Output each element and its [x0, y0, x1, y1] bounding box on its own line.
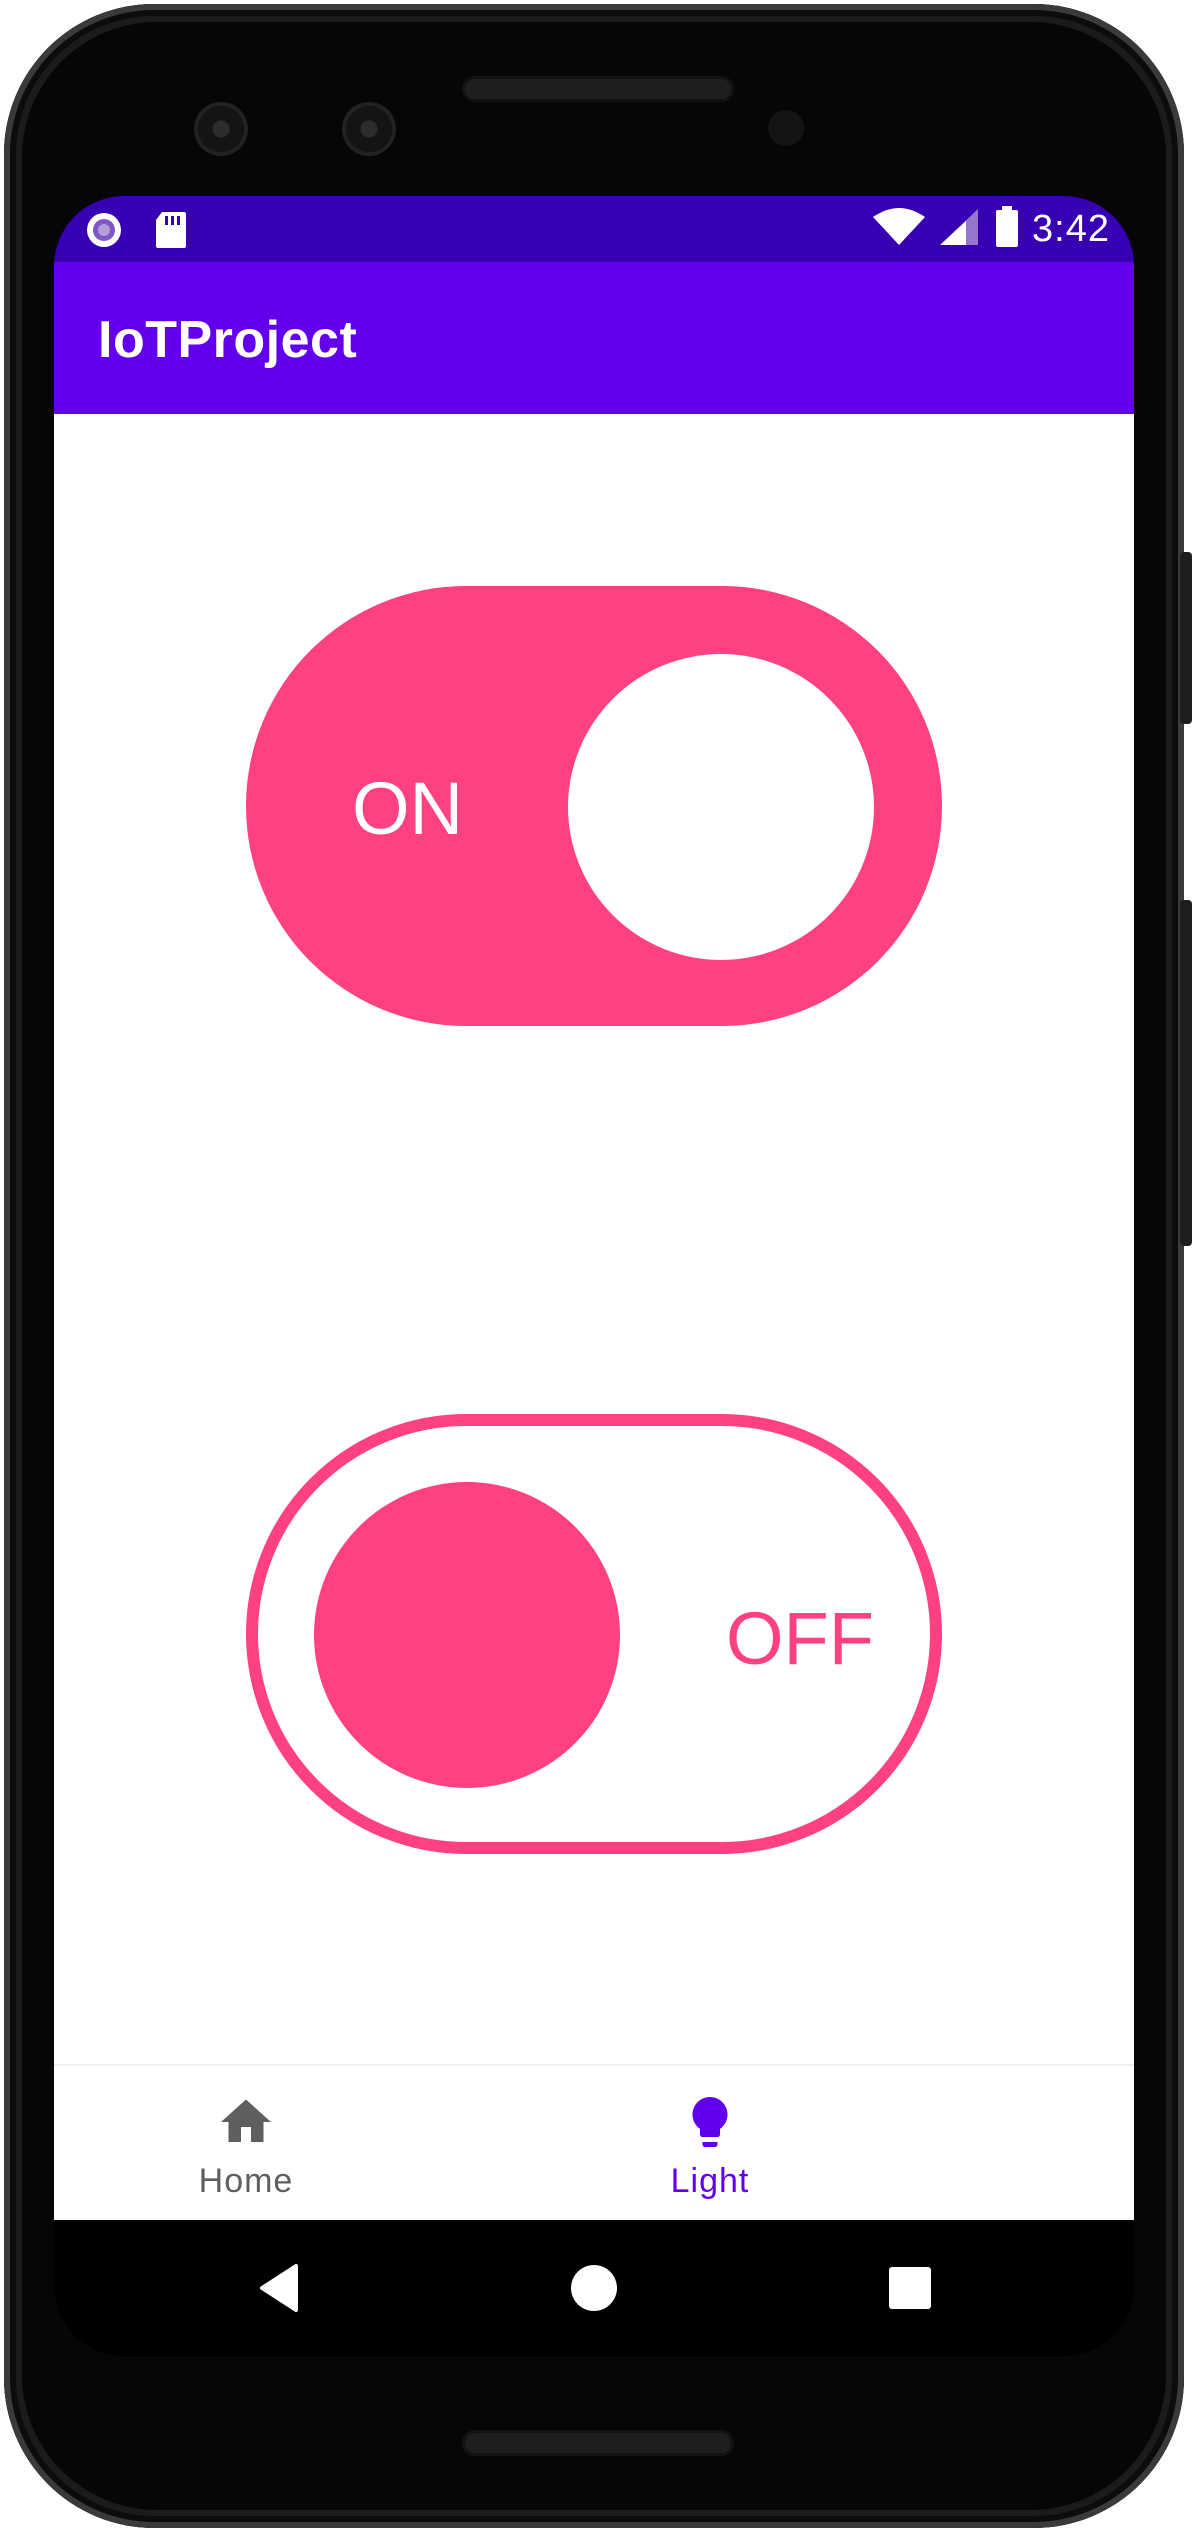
light-toggle-on[interactable]: ON: [246, 586, 942, 1026]
phone-screen: 3:42 IoTProject ON OFF Home Light: [54, 196, 1134, 2356]
app-title: IoTProject: [98, 311, 358, 369]
wifi-icon: [872, 207, 926, 252]
front-camera-icon: [194, 102, 248, 156]
toggle-knob: [314, 1482, 620, 1788]
battery-icon: [994, 206, 1020, 253]
toggle-off-label: OFF: [726, 1597, 874, 1680]
back-icon[interactable]: [250, 2258, 310, 2318]
home-circle-icon[interactable]: [564, 2258, 624, 2318]
toggle-on-label: ON: [352, 767, 463, 850]
bottom-navigation: Home Light: [54, 2064, 1134, 2220]
proximity-sensor: [768, 110, 804, 146]
system-navigation-bar: [54, 2220, 1134, 2356]
light-toggle-off[interactable]: OFF: [246, 1414, 942, 1854]
home-icon: [216, 2092, 276, 2152]
status-clock: 3:42: [1032, 208, 1110, 250]
signal-icon: [938, 207, 982, 252]
toggle-knob: [568, 654, 874, 960]
top-speaker-grille: [462, 76, 734, 102]
recents-icon[interactable]: [880, 2258, 940, 2318]
bottom-speaker-grille: [462, 2430, 734, 2456]
nav-item-light[interactable]: Light: [594, 2066, 1134, 2222]
nav-label-light: Light: [670, 2162, 750, 2200]
lightbulb-icon: [680, 2092, 740, 2152]
volume-button: [1180, 900, 1192, 1246]
main-content: ON OFF: [54, 414, 1134, 2064]
front-camera-secondary-icon: [342, 102, 396, 156]
app-bar: IoTProject: [54, 262, 1134, 414]
sd-card-icon: [154, 210, 188, 255]
status-bar: 3:42: [54, 196, 1134, 262]
circle-notification-icon: [84, 210, 124, 255]
power-button: [1180, 552, 1192, 724]
